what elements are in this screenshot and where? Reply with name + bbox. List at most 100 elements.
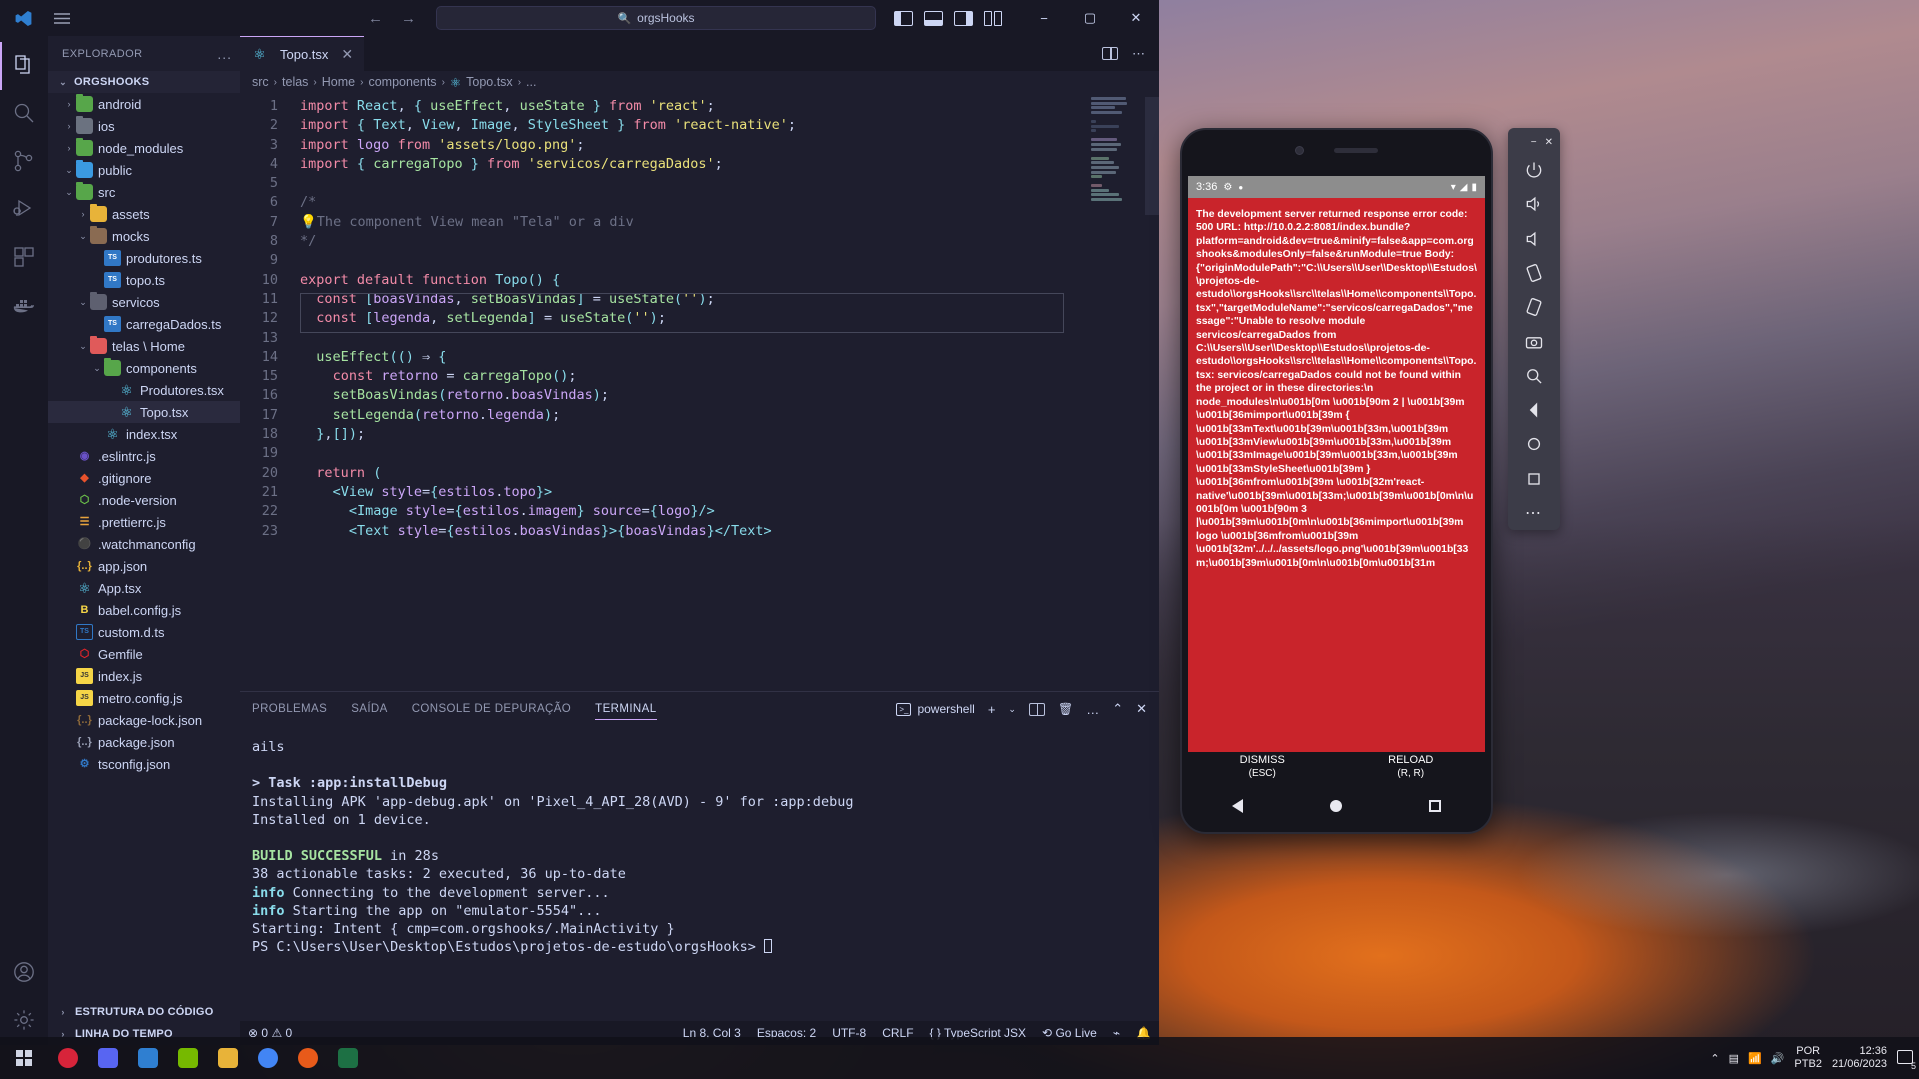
- file-tree-item[interactable]: TS produtores.ts: [48, 247, 240, 269]
- code-line[interactable]: const [legenda, setLegenda] = useState('…: [300, 309, 1159, 328]
- close-icon[interactable]: ✕: [1545, 137, 1553, 148]
- toggle-panel-icon[interactable]: [924, 10, 943, 26]
- file-tree-item[interactable]: ◆ .gitignore: [48, 467, 240, 489]
- window-maximize-button[interactable]: ▢: [1067, 0, 1113, 36]
- file-tree-item[interactable]: ⚫ .watchmanconfig: [48, 533, 240, 555]
- file-tree-item[interactable]: {..} app.json: [48, 555, 240, 577]
- breadcrumb-item[interactable]: src: [252, 75, 269, 89]
- file-tree-item[interactable]: › ios: [48, 115, 240, 137]
- code-line[interactable]: const retorno = carregaTopo();: [300, 367, 1159, 386]
- section-estrutura-do-codigo[interactable]: › ESTRUTURA DO CÓDIGO: [48, 1001, 240, 1023]
- file-tree-item[interactable]: ⌄ public: [48, 159, 240, 181]
- file-tree-item[interactable]: TS topo.ts: [48, 269, 240, 291]
- code-line[interactable]: <View style={estilos.topo}>: [300, 483, 1159, 502]
- file-tree-item[interactable]: ☰ .prettierrc.js: [48, 511, 240, 533]
- file-tree-item[interactable]: ⚛ Topo.tsx: [48, 401, 240, 423]
- file-tree-item[interactable]: ⌄ components: [48, 357, 240, 379]
- overview-icon[interactable]: [1508, 461, 1560, 495]
- split-terminal-icon[interactable]: [1028, 702, 1045, 716]
- dismiss-button[interactable]: DISMISS (ESC): [1188, 752, 1337, 786]
- breadcrumb-item[interactable]: components: [368, 75, 436, 89]
- code-line[interactable]: import { carregaTopo } from 'servicos/ca…: [300, 155, 1159, 174]
- taskbar-app-discord[interactable]: [88, 1037, 128, 1079]
- home-icon[interactable]: [1329, 800, 1342, 812]
- code-content[interactable]: import React, { useEffect, useState } fr…: [286, 93, 1159, 691]
- tab-terminal[interactable]: TERMINAL: [595, 692, 657, 726]
- file-tree-item[interactable]: ⬡ .node-version: [48, 489, 240, 511]
- file-tree-item[interactable]: TS carregaDados.ts: [48, 313, 240, 335]
- file-tree-item[interactable]: Bbabel.config.js: [48, 599, 240, 621]
- code-line[interactable]: import logo from 'assets/logo.png';: [300, 136, 1159, 155]
- toggle-secondary-sidebar-icon[interactable]: [954, 10, 973, 26]
- explorer-root-row[interactable]: ⌄ ORGSHOOKS: [48, 71, 240, 93]
- file-tree-item[interactable]: JS metro.config.js: [48, 687, 240, 709]
- wifi-icon[interactable]: 📶: [1748, 1052, 1762, 1065]
- file-tree-item[interactable]: ⚛ Produtores.tsx: [48, 379, 240, 401]
- search-input[interactable]: 🔍 orgsHooks: [436, 6, 876, 30]
- file-tree-item[interactable]: ⌄ telas \ Home: [48, 335, 240, 357]
- volume-up-icon[interactable]: [1508, 187, 1560, 221]
- emulator-screen[interactable]: 3:36 ⚙ ● ▾ ◢ ▮ The development server re…: [1188, 176, 1485, 752]
- nav-back-button[interactable]: ←: [368, 10, 383, 27]
- android-emulator[interactable]: 3:36 ⚙ ● ▾ ◢ ▮ The development server re…: [1180, 128, 1493, 834]
- notification-center-button[interactable]: 5: [1897, 1049, 1916, 1071]
- file-tree-item[interactable]: {..} package.json: [48, 731, 240, 753]
- toggle-primary-sidebar-icon[interactable]: [894, 10, 913, 26]
- code-line[interactable]: export default function Topo() {: [300, 271, 1159, 290]
- taskbar-app-nvidia[interactable]: [168, 1037, 208, 1079]
- maximize-panel-icon[interactable]: ⌃: [1112, 701, 1123, 717]
- code-line[interactable]: [300, 174, 1159, 193]
- window-close-button[interactable]: ✕: [1113, 0, 1159, 36]
- taskbar-app-chrome[interactable]: [248, 1037, 288, 1079]
- breadcrumb-item[interactable]: telas: [282, 75, 308, 89]
- terminal-output[interactable]: ails > Task :app:installDebug Installing …: [240, 726, 1159, 1021]
- clock[interactable]: 12:36 21/06/2023: [1832, 1045, 1887, 1071]
- explorer-more-icon[interactable]: ...: [217, 46, 232, 62]
- taskbar-app-opera[interactable]: [48, 1037, 88, 1079]
- recents-icon[interactable]: [1429, 800, 1442, 812]
- zoom-icon[interactable]: [1508, 359, 1560, 393]
- file-tree-item[interactable]: JS index.js: [48, 665, 240, 687]
- code-line[interactable]: useEffect(() ⇒ {: [300, 348, 1159, 367]
- code-line[interactable]: const [boasVindas, setBoasVindas] = useS…: [300, 290, 1159, 309]
- file-tree-item[interactable]: ⌄ mocks: [48, 225, 240, 247]
- file-tree-item[interactable]: ⌄ src: [48, 181, 240, 203]
- sidebar-item-run-debug[interactable]: [0, 186, 48, 234]
- code-line[interactable]: import { Text, View, Image, StyleSheet }…: [300, 116, 1159, 135]
- camera-icon[interactable]: [1508, 324, 1560, 358]
- breadcrumb-item[interactable]: Home: [322, 75, 355, 89]
- close-panel-icon[interactable]: ✕: [1136, 701, 1147, 717]
- battery-icon[interactable]: ▤: [1729, 1052, 1739, 1065]
- reload-button[interactable]: RELOAD (R, R): [1337, 752, 1486, 786]
- code-line[interactable]: <Image style={estilos.imagem} source={lo…: [300, 502, 1159, 521]
- file-tree-item[interactable]: › assets: [48, 203, 240, 225]
- code-line[interactable]: return (: [300, 464, 1159, 483]
- sidebar-item-source-control[interactable]: [0, 138, 48, 186]
- panel-more-icon[interactable]: …: [1086, 702, 1099, 717]
- file-tree-item[interactable]: › android: [48, 93, 240, 115]
- tab-saida[interactable]: SAÍDA: [351, 692, 388, 726]
- more-icon[interactable]: ⋯: [1508, 496, 1560, 530]
- file-tree-item[interactable]: › node_modules: [48, 137, 240, 159]
- file-tree-item[interactable]: {..} package-lock.json: [48, 709, 240, 731]
- show-hidden-icons[interactable]: ⌃: [1710, 1052, 1719, 1065]
- breadcrumb-item[interactable]: Topo.tsx: [466, 75, 513, 89]
- split-editor-icon[interactable]: [1102, 47, 1118, 60]
- file-tree-item[interactable]: TS custom.d.ts: [48, 621, 240, 643]
- taskbar-app-vscode[interactable]: [128, 1037, 168, 1079]
- sidebar-item-search[interactable]: [0, 90, 48, 138]
- sidebar-item-accounts[interactable]: [0, 949, 48, 997]
- rotate-right-icon[interactable]: [1508, 290, 1560, 324]
- nav-forward-button[interactable]: →: [401, 10, 416, 27]
- code-line[interactable]: setBoasVindas(retorno.boasVindas);: [300, 386, 1159, 405]
- tab-problemas[interactable]: PROBLEMAS: [252, 692, 327, 726]
- power-icon[interactable]: [1508, 153, 1560, 187]
- volume-down-icon[interactable]: [1508, 222, 1560, 256]
- code-line[interactable]: 💡The component View mean "Tela" or a div: [300, 213, 1159, 232]
- taskbar-app-explorer[interactable]: [208, 1037, 248, 1079]
- language-indicator[interactable]: POR PTB2: [1794, 1045, 1822, 1071]
- sidebar-item-explorer[interactable]: [0, 42, 48, 90]
- taskbar-app-avast[interactable]: [288, 1037, 328, 1079]
- new-terminal-button[interactable]: +: [988, 702, 996, 717]
- code-line[interactable]: <Text style={estilos.boasVindas}>{boasVi…: [300, 522, 1159, 541]
